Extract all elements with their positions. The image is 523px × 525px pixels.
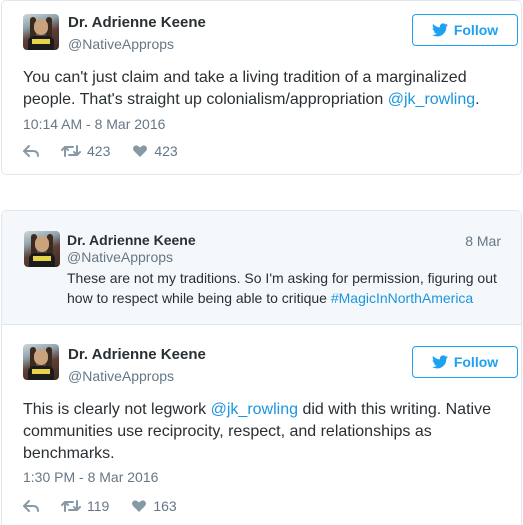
tweet-text: This is clearly not legwork @jk_rowling … xyxy=(23,399,503,465)
tweet-card: Dr. Adrienne Keene @NativeApprops Follow… xyxy=(1,0,522,175)
quoted-author-handle[interactable]: @NativeApprops xyxy=(67,249,173,265)
mention-link[interactable]: @jk_rowling xyxy=(211,401,298,418)
like-count: 163 xyxy=(153,498,177,514)
retweet-count: 119 xyxy=(87,498,110,514)
follow-label: Follow xyxy=(453,354,499,370)
tweet-text-end: . xyxy=(475,91,480,108)
tweet-text: You can't just claim and take a living t… xyxy=(23,67,503,111)
reply-icon xyxy=(23,145,39,157)
like-button[interactable]: 423 xyxy=(132,143,178,159)
reply-button[interactable] xyxy=(23,499,39,513)
hashtag-link[interactable]: #MagicInNorthAmerica xyxy=(331,290,473,306)
twitter-bird-icon xyxy=(431,23,448,37)
reply-button[interactable] xyxy=(23,144,39,158)
reply-icon xyxy=(23,500,39,512)
retweet-icon xyxy=(61,145,81,157)
follow-button[interactable]: Follow xyxy=(412,346,518,378)
follow-label: Follow xyxy=(453,22,499,38)
like-button[interactable]: 163 xyxy=(131,498,177,514)
retweet-button[interactable]: 119 xyxy=(61,498,109,514)
heart-icon xyxy=(132,500,147,512)
quoted-tweet[interactable]: Dr. Adrienne Keene @NativeApprops 8 Mar … xyxy=(2,211,521,325)
retweet-count: 423 xyxy=(87,143,111,159)
timestamp[interactable]: 10:14 AM - 8 Mar 2016 xyxy=(23,116,165,132)
author-name[interactable]: Dr. Adrienne Keene xyxy=(68,346,206,363)
tweet-actions: 119 163 xyxy=(23,498,199,514)
author-handle[interactable]: @NativeApprops xyxy=(68,368,174,384)
author-name[interactable]: Dr. Adrienne Keene xyxy=(68,14,206,31)
tweet-actions: 423 423 xyxy=(23,143,200,159)
timestamp[interactable]: 1:30 PM - 8 Mar 2016 xyxy=(23,469,158,485)
retweet-button[interactable]: 423 xyxy=(61,143,110,159)
quoted-date[interactable]: 8 Mar xyxy=(465,233,501,249)
like-count: 423 xyxy=(154,143,178,159)
avatar[interactable] xyxy=(23,14,59,50)
follow-button[interactable]: Follow xyxy=(412,14,518,46)
quoted-author-name[interactable]: Dr. Adrienne Keene xyxy=(67,232,196,248)
mention-link[interactable]: @jk_rowling xyxy=(388,91,475,108)
author-handle[interactable]: @NativeApprops xyxy=(68,36,174,52)
tweet-card: Dr. Adrienne Keene @NativeApprops 8 Mar … xyxy=(1,210,522,525)
avatar[interactable] xyxy=(24,231,60,267)
avatar[interactable] xyxy=(23,344,59,380)
heart-icon xyxy=(133,145,148,157)
retweet-icon xyxy=(61,500,81,512)
quoted-text: These are not my traditions. So I'm aski… xyxy=(67,268,497,308)
tweet-text-body: This is clearly not legwork xyxy=(23,401,211,418)
twitter-bird-icon xyxy=(431,355,448,369)
